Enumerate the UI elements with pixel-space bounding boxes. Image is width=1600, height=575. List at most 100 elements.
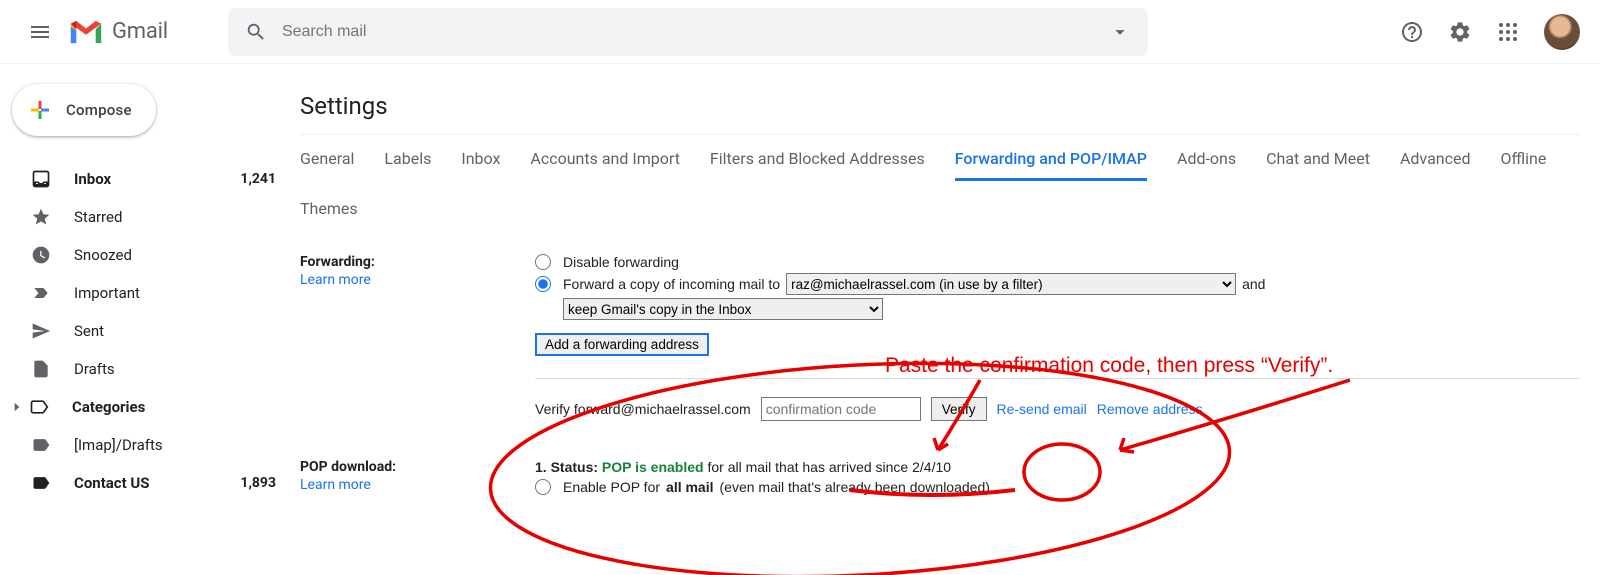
forwarding-section-left: Forwarding: Learn more (300, 254, 535, 421)
inbox-icon (30, 168, 52, 190)
tab-filters-and-blocked-addresses[interactable]: Filters and Blocked Addresses (710, 149, 925, 181)
pop-status-pre: 1. Status: (535, 459, 598, 475)
tab-chat-and-meet[interactable]: Chat and Meet (1266, 149, 1370, 181)
forward-copy-label-pre: Forward a copy of incoming mail to (563, 276, 780, 292)
tab-forwarding-and-pop-imap[interactable]: Forwarding and POP/IMAP (955, 149, 1147, 181)
sidebar-item-sent[interactable]: Sent (0, 312, 300, 350)
star-icon (30, 206, 52, 228)
account-avatar[interactable] (1544, 14, 1580, 50)
page-title: Settings (300, 92, 1580, 120)
tab-general[interactable]: General (300, 149, 354, 181)
tab-themes[interactable]: Themes (300, 199, 358, 228)
sidebar-item-starred[interactable]: Starred (0, 198, 300, 236)
verify-address-label: Verify forward@michaelrassel.com (535, 401, 751, 417)
search-bar[interactable] (228, 8, 1148, 56)
divider (535, 378, 1580, 379)
disable-forwarding-radio[interactable] (535, 254, 551, 270)
search-input[interactable] (276, 23, 1100, 41)
sidebar-item-label: Inbox (74, 170, 240, 188)
tab-inbox[interactable]: Inbox (461, 149, 500, 181)
pop-enable-all-bold: all mail (666, 479, 713, 495)
disable-forwarding-row: Disable forwarding (535, 254, 1580, 270)
tab-labels[interactable]: Labels (384, 149, 431, 181)
plus-icon (28, 98, 52, 122)
tab-add-ons[interactable]: Add-ons (1177, 149, 1236, 181)
labelfill-icon (30, 434, 52, 456)
confirmation-code-input[interactable] (761, 397, 921, 421)
main: Settings General Labels Inbox Accounts and … (300, 64, 1600, 575)
compose-button[interactable]: Compose (12, 84, 156, 136)
pop-status-row: 1. Status: POP is enabled for all mail t… (535, 459, 1580, 475)
sidebar-item-label: Snoozed (74, 246, 276, 264)
sidebar-item-snoozed[interactable]: Snoozed (0, 236, 300, 274)
caret-down-icon (1109, 21, 1131, 43)
pop-enable-all-pre: Enable POP for (563, 479, 660, 495)
sidebar-item--imap-drafts[interactable]: [Imap]/Drafts (0, 426, 300, 464)
sidebar: Compose Inbox1,241 Starred Snoozed Importan… (0, 64, 300, 575)
settings-tabs: General Labels Inbox Accounts and Import Fil… (300, 134, 1580, 228)
pop-section: POP download: Learn more 1. Status: POP … (300, 451, 1580, 498)
sidebar-item-label: Starred (74, 208, 276, 226)
compose-label: Compose (66, 101, 132, 119)
tab-accounts-and-import[interactable]: Accounts and Import (530, 149, 680, 181)
sidebar-item-inbox[interactable]: Inbox1,241 (0, 160, 300, 198)
forwarding-learn-more-link[interactable]: Learn more (300, 272, 535, 288)
caret-right-icon (10, 400, 24, 414)
gear-icon (1448, 20, 1472, 44)
sidebar-item-label: Categories (72, 398, 276, 416)
resend-email-link[interactable]: Re-send email (997, 401, 1087, 417)
labelfill-icon (30, 472, 52, 494)
tab-offline[interactable]: Offline (1500, 149, 1546, 181)
tab-advanced[interactable]: Advanced (1400, 149, 1471, 181)
sidebar-item-label: Important (74, 284, 276, 302)
pop-section-right: 1. Status: POP is enabled for all mail t… (535, 459, 1580, 498)
sidebar-item-important[interactable]: Important (0, 274, 300, 312)
forward-copy-label-post: and (1242, 276, 1265, 292)
verify-button[interactable]: Verify (931, 397, 987, 421)
remove-address-link[interactable]: Remove address (1097, 401, 1203, 417)
menu-icon (28, 20, 52, 44)
nav-list: Inbox1,241 Starred Snoozed Important Sent Dra… (0, 160, 300, 502)
sidebar-item-categories[interactable]: Categories (0, 388, 300, 426)
pop-enable-all-radio[interactable] (535, 479, 551, 495)
sidebar-item-label: Sent (74, 322, 276, 340)
header: Gmail (0, 0, 1600, 64)
sidebar-item-contact-us[interactable]: Contact US1,893 (0, 464, 300, 502)
keep-copy-select[interactable]: keep Gmail's copy in the Inbox (563, 298, 883, 320)
sent-icon (30, 320, 52, 342)
pop-enable-all-row: Enable POP for all mail (even mail that'… (535, 479, 1580, 495)
header-right (1392, 12, 1584, 52)
help-icon (1400, 20, 1424, 44)
pop-learn-more-link[interactable]: Learn more (300, 477, 535, 493)
add-forwarding-address-button[interactable]: Add a forwarding address (535, 333, 709, 356)
apps-grid-icon (1496, 20, 1520, 44)
verify-row: Verify forward@michaelrassel.com Verify … (535, 397, 1580, 421)
sidebar-item-drafts[interactable]: Drafts (0, 350, 300, 388)
gmail-logo-icon (68, 18, 104, 46)
forwarding-section: Forwarding: Learn more Disable forwardin… (300, 246, 1580, 421)
search-icon (245, 21, 267, 43)
forward-address-select[interactable]: raz@michaelrassel.com (in use by a filte… (786, 273, 1236, 295)
forwarding-label: Forwarding: (300, 254, 535, 270)
forwarding-section-right: Disable forwarding Forward a copy of inc… (535, 254, 1580, 421)
search-options-button[interactable] (1100, 12, 1140, 52)
keep-copy-row: keep Gmail's copy in the Inbox (535, 298, 1580, 320)
settings-button[interactable] (1440, 12, 1480, 52)
pop-label: POP download: (300, 459, 535, 475)
pop-status-post: for all mail that has arrived since 2/4/… (707, 459, 951, 475)
disable-forwarding-label: Disable forwarding (563, 254, 679, 270)
forward-copy-row: Forward a copy of incoming mail to raz@m… (535, 273, 1580, 295)
file-icon (30, 358, 52, 380)
forward-copy-radio[interactable] (535, 276, 551, 292)
sidebar-item-label: [Imap]/Drafts (74, 436, 276, 454)
pop-enable-all-post: (even mail that's already been downloade… (720, 479, 990, 495)
pop-status-green: POP is enabled (602, 459, 704, 475)
gmail-logo-text: Gmail (112, 19, 168, 44)
body: Compose Inbox1,241 Starred Snoozed Importan… (0, 64, 1600, 575)
support-button[interactable] (1392, 12, 1432, 52)
gmail-logo[interactable]: Gmail (68, 18, 168, 46)
apps-button[interactable] (1488, 12, 1528, 52)
menu-button[interactable] (16, 8, 64, 56)
search-icon-wrap[interactable] (236, 12, 276, 52)
clock-icon (30, 244, 52, 266)
